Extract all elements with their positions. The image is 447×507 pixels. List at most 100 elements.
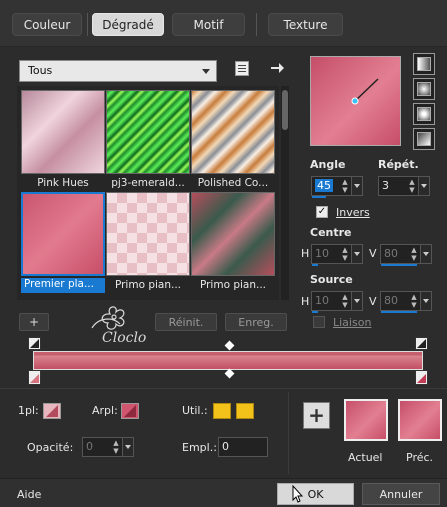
add-gradient-button[interactable]: +	[19, 313, 49, 331]
source-h-value: 10	[315, 294, 329, 307]
add-to-favorites-button[interactable]: +	[303, 402, 330, 429]
gradient-item-polished[interactable]: Polished Co...	[191, 90, 275, 190]
gradient-item-emerald[interactable]: pj3-emerald...	[106, 90, 190, 190]
sunburst-style-button[interactable]	[413, 103, 435, 125]
gradient-label: Primo pian...	[199, 279, 267, 291]
angle-value: 45	[315, 179, 333, 192]
linear-style-button[interactable]	[413, 53, 435, 75]
center-h-slider[interactable]	[312, 264, 318, 266]
previous-gradient-swatch[interactable]	[398, 399, 442, 441]
tab-motif[interactable]: Motif	[172, 13, 245, 36]
repeat-input[interactable]: 3 ▲ ▼	[378, 176, 430, 196]
source-v-input[interactable]: 80 ▲ ▼	[380, 291, 432, 313]
center-label: Centre	[310, 226, 352, 239]
invert-checkbox[interactable]: ✓	[316, 206, 328, 218]
repeat-value: 3	[382, 179, 389, 192]
gradient-label: Primo pian...	[114, 279, 182, 291]
help-link[interactable]: Aide	[17, 488, 41, 501]
gradient-bar[interactable]	[33, 351, 423, 370]
color-midpoint-marker[interactable]	[224, 368, 235, 379]
center-v-value: 80	[384, 247, 398, 260]
gradient-label: Pink Hues	[37, 177, 89, 189]
angle-input[interactable]: 45 ▲ ▼	[311, 176, 363, 198]
opacity-value: 0	[86, 440, 93, 453]
tab-texture[interactable]: Texture	[268, 13, 343, 36]
current-label: Actuel	[348, 451, 383, 464]
invert-label: Invers	[336, 206, 370, 219]
source-h-slider[interactable]	[312, 311, 318, 313]
center-h-value: 10	[315, 247, 329, 260]
radial-style-button[interactable]	[413, 128, 435, 150]
gradient-thumbnail	[191, 192, 275, 276]
arpl-swatch[interactable]	[121, 403, 139, 419]
chevron-down-icon	[202, 69, 210, 74]
spinner-arrows-icon[interactable]: ▲ ▼	[409, 293, 419, 309]
gradient-thumbnail	[106, 90, 190, 174]
chevron-down-icon[interactable]	[351, 177, 362, 195]
util-swatch-1[interactable]	[213, 403, 231, 419]
tab-couleur[interactable]: Couleur	[12, 13, 82, 36]
opacity-midpoint-marker[interactable]	[224, 340, 235, 351]
opacity-label: Opacité:	[27, 441, 74, 454]
gradient-item-primo-piano-2[interactable]: Primo pian...	[191, 192, 275, 292]
start-color-marker[interactable]	[28, 370, 41, 385]
gradient-item-premier-plan[interactable]: Premier pla...	[21, 192, 105, 293]
scrollbar-thumb[interactable]	[282, 90, 288, 130]
center-v-slider[interactable]	[381, 264, 417, 266]
save-button[interactable]: Enreg.	[225, 313, 287, 331]
first-plan-swatch[interactable]	[43, 403, 61, 419]
category-select[interactable]: Tous	[19, 60, 217, 82]
center-v-input[interactable]: 80 ▲ ▼	[380, 244, 432, 266]
gradient-label: pj3-emerald...	[111, 177, 185, 189]
link-checkbox[interactable]	[313, 316, 325, 328]
arpl-label: Arpl:	[92, 404, 118, 417]
angle-slider[interactable]	[312, 196, 326, 198]
chevron-down-icon[interactable]	[420, 292, 431, 310]
opacity-input[interactable]: 0 ▲ ▼	[82, 437, 134, 457]
divider	[0, 388, 447, 389]
chevron-down-icon[interactable]	[122, 438, 133, 456]
util-swatch-2[interactable]	[236, 403, 254, 419]
spinner-arrows-icon[interactable]: ▲ ▼	[111, 439, 121, 455]
source-h-label: H	[301, 295, 310, 308]
source-v-label: V	[369, 295, 377, 308]
arrow-right-icon[interactable]	[269, 60, 285, 76]
divider	[288, 392, 289, 474]
chevron-down-icon[interactable]	[351, 245, 362, 263]
center-h-input[interactable]: 10 ▲ ▼	[311, 244, 363, 266]
location-value: 0	[222, 440, 229, 453]
spinner-arrows-icon[interactable]: ▲ ▼	[340, 293, 350, 309]
current-gradient-swatch[interactable]	[344, 399, 388, 441]
location-input[interactable]: 0	[218, 437, 268, 457]
gradient-item-pink-hues[interactable]: Pink Hues	[21, 90, 105, 190]
gradient-thumbnail	[191, 90, 275, 174]
start-transparency-marker[interactable]	[28, 337, 41, 350]
chevron-down-icon[interactable]	[418, 177, 429, 195]
source-label: Source	[310, 273, 353, 286]
gradient-label: Premier pla...	[21, 278, 105, 293]
source-v-slider[interactable]	[381, 311, 417, 313]
util-label: Util.:	[182, 404, 208, 417]
repeat-label: Répét.	[378, 158, 419, 171]
gradient-item-primo-piano[interactable]: Primo pian...	[106, 192, 190, 292]
gradient-preview[interactable]	[310, 56, 401, 146]
location-label: Empl.:	[182, 441, 217, 454]
end-color-marker[interactable]	[415, 370, 428, 385]
spinner-arrows-icon[interactable]: ▲ ▼	[340, 178, 350, 194]
spinner-arrows-icon[interactable]: ▲ ▼	[409, 246, 419, 262]
cancel-button[interactable]: Annuler	[362, 483, 440, 505]
spinner-arrows-icon[interactable]: ▲ ▼	[340, 246, 350, 262]
spinner-arrows-icon[interactable]: ▲ ▼	[407, 178, 417, 194]
gradient-scrollbar[interactable]	[281, 86, 289, 300]
tab-degrade[interactable]: Dégradé	[92, 13, 164, 36]
chevron-down-icon[interactable]	[420, 245, 431, 263]
center-h-label: H	[301, 247, 310, 260]
gradient-list-icon[interactable]	[235, 61, 249, 76]
previous-label: Préc.	[406, 451, 434, 464]
chevron-down-icon[interactable]	[351, 292, 362, 310]
ok-button[interactable]: OK	[277, 483, 354, 505]
tab-separator	[256, 13, 257, 36]
end-transparency-marker[interactable]	[415, 337, 428, 350]
rectangular-style-button[interactable]	[413, 78, 435, 100]
source-h-input[interactable]: 10 ▲ ▼	[311, 291, 363, 313]
